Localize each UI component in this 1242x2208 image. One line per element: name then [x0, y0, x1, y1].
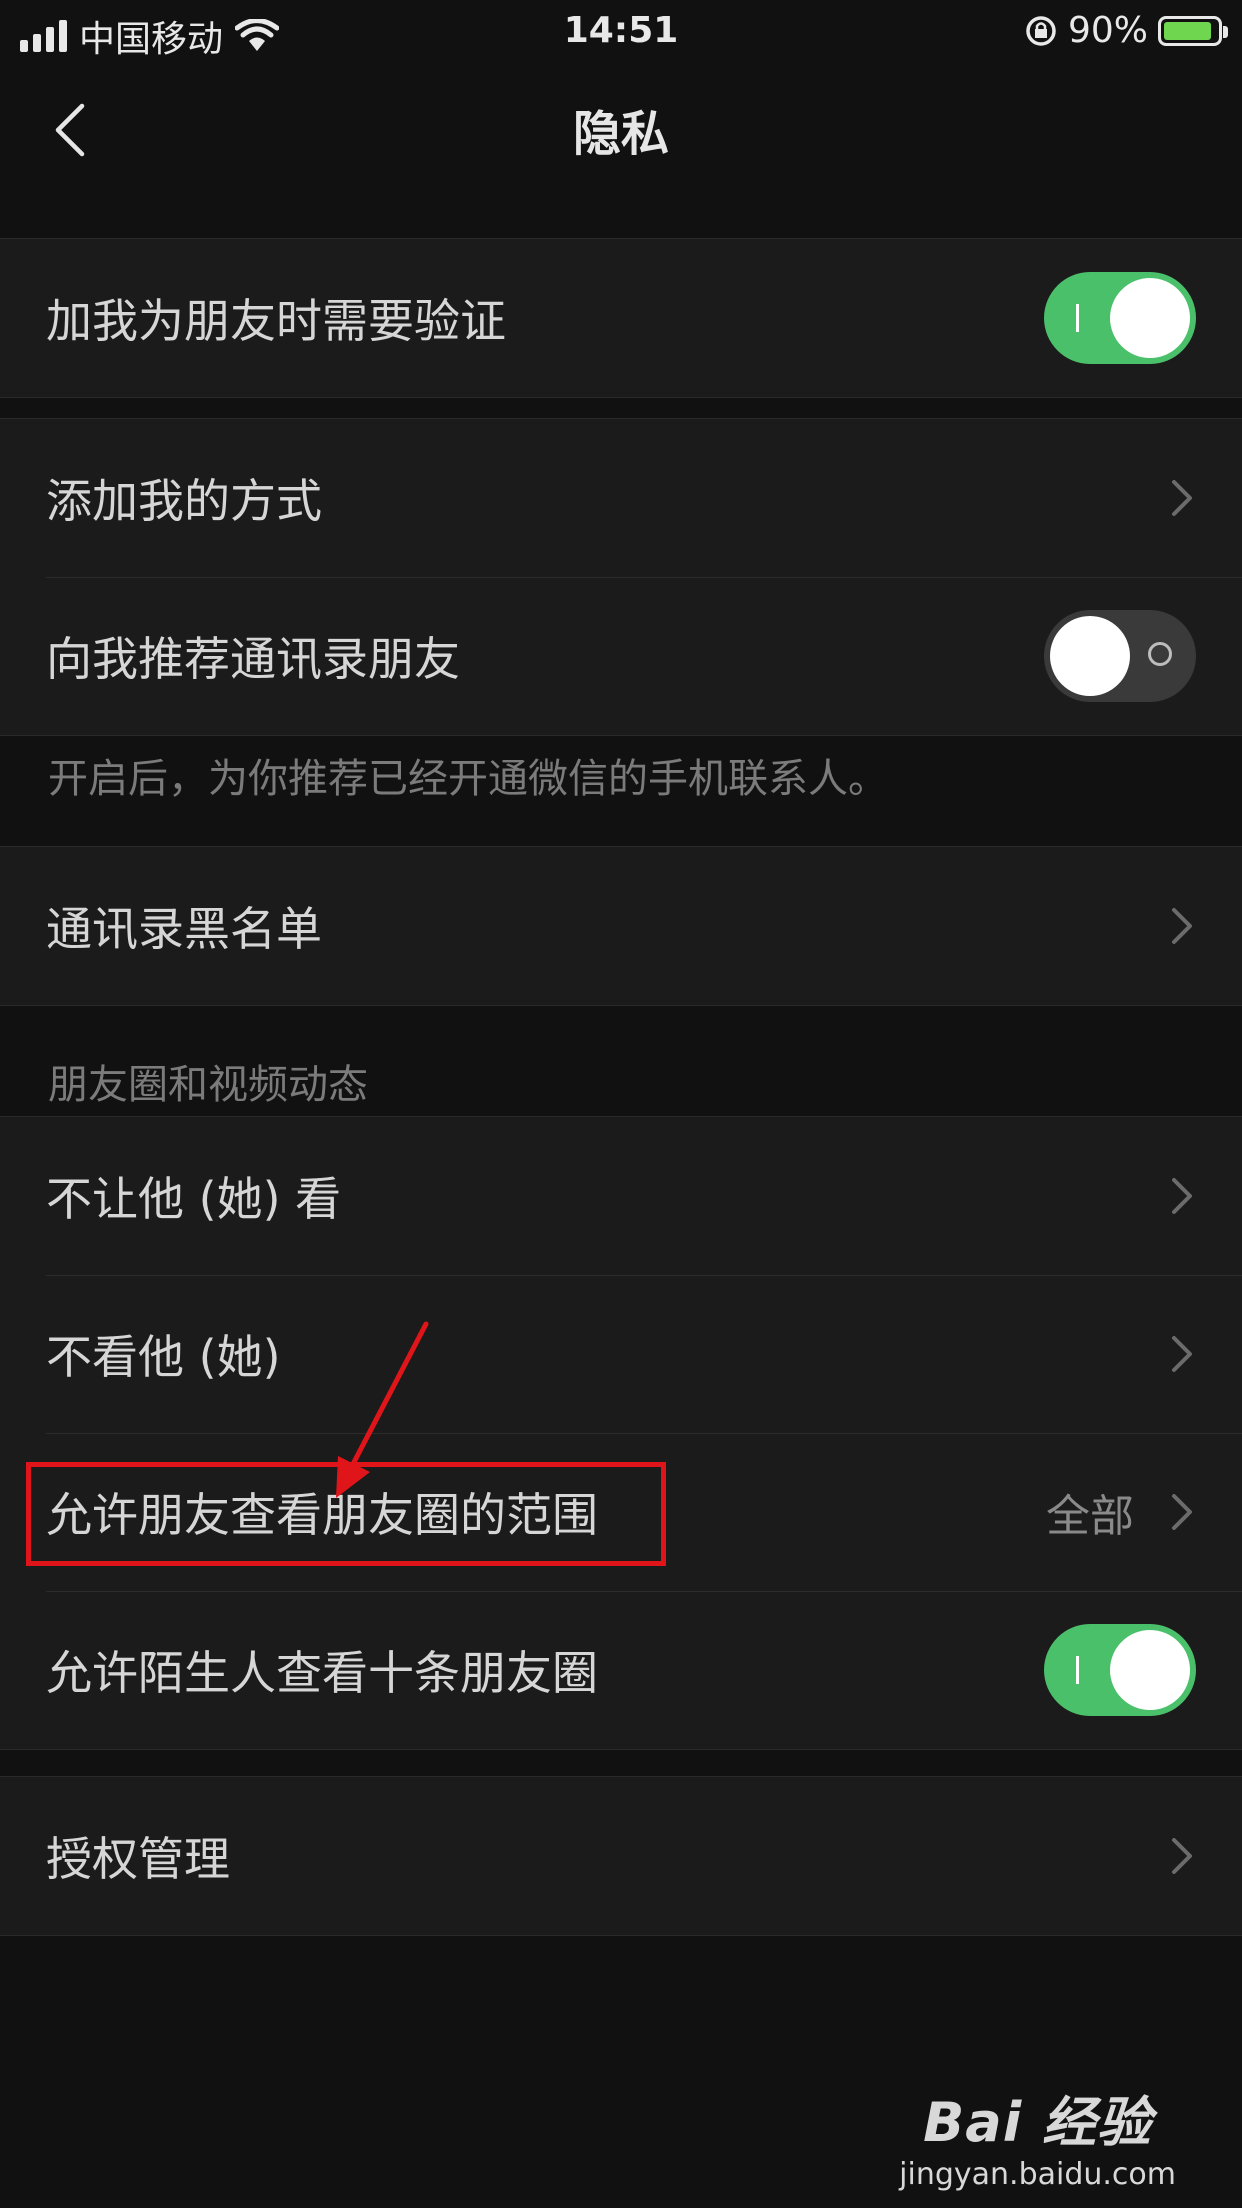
row-stranger-view: 允许陌生人查看十条朋友圈 [0, 1591, 1242, 1749]
toggle-knob [1050, 616, 1130, 696]
section-header-moments: 朋友圈和视频动态 [48, 1062, 368, 1108]
row-dont-view[interactable]: 不看他 (她) [0, 1275, 1242, 1433]
page-title: 隐私 [572, 106, 669, 162]
row-hide-from[interactable]: 不让他 (她) 看 [0, 1117, 1242, 1275]
chevron-right-icon [1172, 1838, 1192, 1874]
row-blacklist[interactable]: 通讯录黑名单 [0, 847, 1242, 1005]
chevron-right-icon [1172, 1178, 1192, 1214]
row-hide-from-label: 不让他 (她) 看 [46, 1172, 342, 1226]
toggle-on-mark [1076, 304, 1079, 332]
chevron-right-icon [1172, 908, 1192, 944]
row-recommend-label: 向我推荐通讯录朋友 [46, 632, 460, 686]
toggle-knob [1110, 278, 1190, 358]
row-add-methods[interactable]: 添加我的方式 [0, 419, 1242, 577]
battery-icon [1158, 15, 1228, 46]
group-authorization: 授权管理 [0, 1776, 1242, 1936]
group-add: 添加我的方式 向我推荐通讯录朋友 [0, 418, 1242, 736]
row-recommend-contacts: 向我推荐通讯录朋友 [0, 577, 1242, 735]
chevron-right-icon [1172, 1494, 1192, 1530]
watermark-url: jingyan.baidu.com [899, 2157, 1176, 2192]
row-verify-label: 加我为朋友时需要验证 [46, 294, 506, 348]
nav-bar: 隐私 [0, 64, 1242, 190]
annotation-highlight-box [26, 1462, 666, 1566]
group-blacklist: 通讯录黑名单 [0, 846, 1242, 1006]
row-verify: 加我为朋友时需要验证 [0, 239, 1242, 397]
battery-fill [1164, 21, 1211, 40]
watermark-brand: Bai 经验 [923, 2091, 1153, 2154]
chevron-right-icon [1172, 1336, 1192, 1372]
row-stranger-view-label: 允许陌生人查看十条朋友圈 [46, 1646, 598, 1700]
status-bar: 中国移动 14:51 90% [0, 0, 1242, 64]
toggle-off-mark [1148, 642, 1172, 666]
recommend-toggle[interactable] [1044, 610, 1196, 702]
row-authorization[interactable]: 授权管理 [0, 1777, 1242, 1935]
toggle-knob [1110, 1630, 1190, 1710]
row-blacklist-label: 通讯录黑名单 [46, 902, 322, 956]
row-moments-range-value: 全部 [1046, 1491, 1134, 1542]
group-verify: 加我为朋友时需要验证 [0, 238, 1242, 398]
group-moments: 不让他 (她) 看 不看他 (她) 允许朋友查看朋友圈的范围 全部 允许陌生人查… [0, 1116, 1242, 1750]
row-authorization-label: 授权管理 [46, 1832, 230, 1886]
row-dont-view-label: 不看他 (她) [46, 1330, 281, 1384]
baidu-watermark: Bai 经验 jingyan.baidu.com [899, 2078, 1176, 2192]
row-add-methods-label: 添加我的方式 [46, 474, 322, 528]
chevron-right-icon [1172, 480, 1192, 516]
battery-percent: 90% [1067, 10, 1148, 51]
recommend-hint: 开启后，为你推荐已经开通微信的手机联系人。 [48, 756, 888, 802]
toggle-on-mark [1076, 1656, 1079, 1684]
verify-toggle[interactable] [1044, 272, 1196, 364]
rotation-lock-icon [1026, 15, 1056, 46]
stranger-view-toggle[interactable] [1044, 1624, 1196, 1716]
